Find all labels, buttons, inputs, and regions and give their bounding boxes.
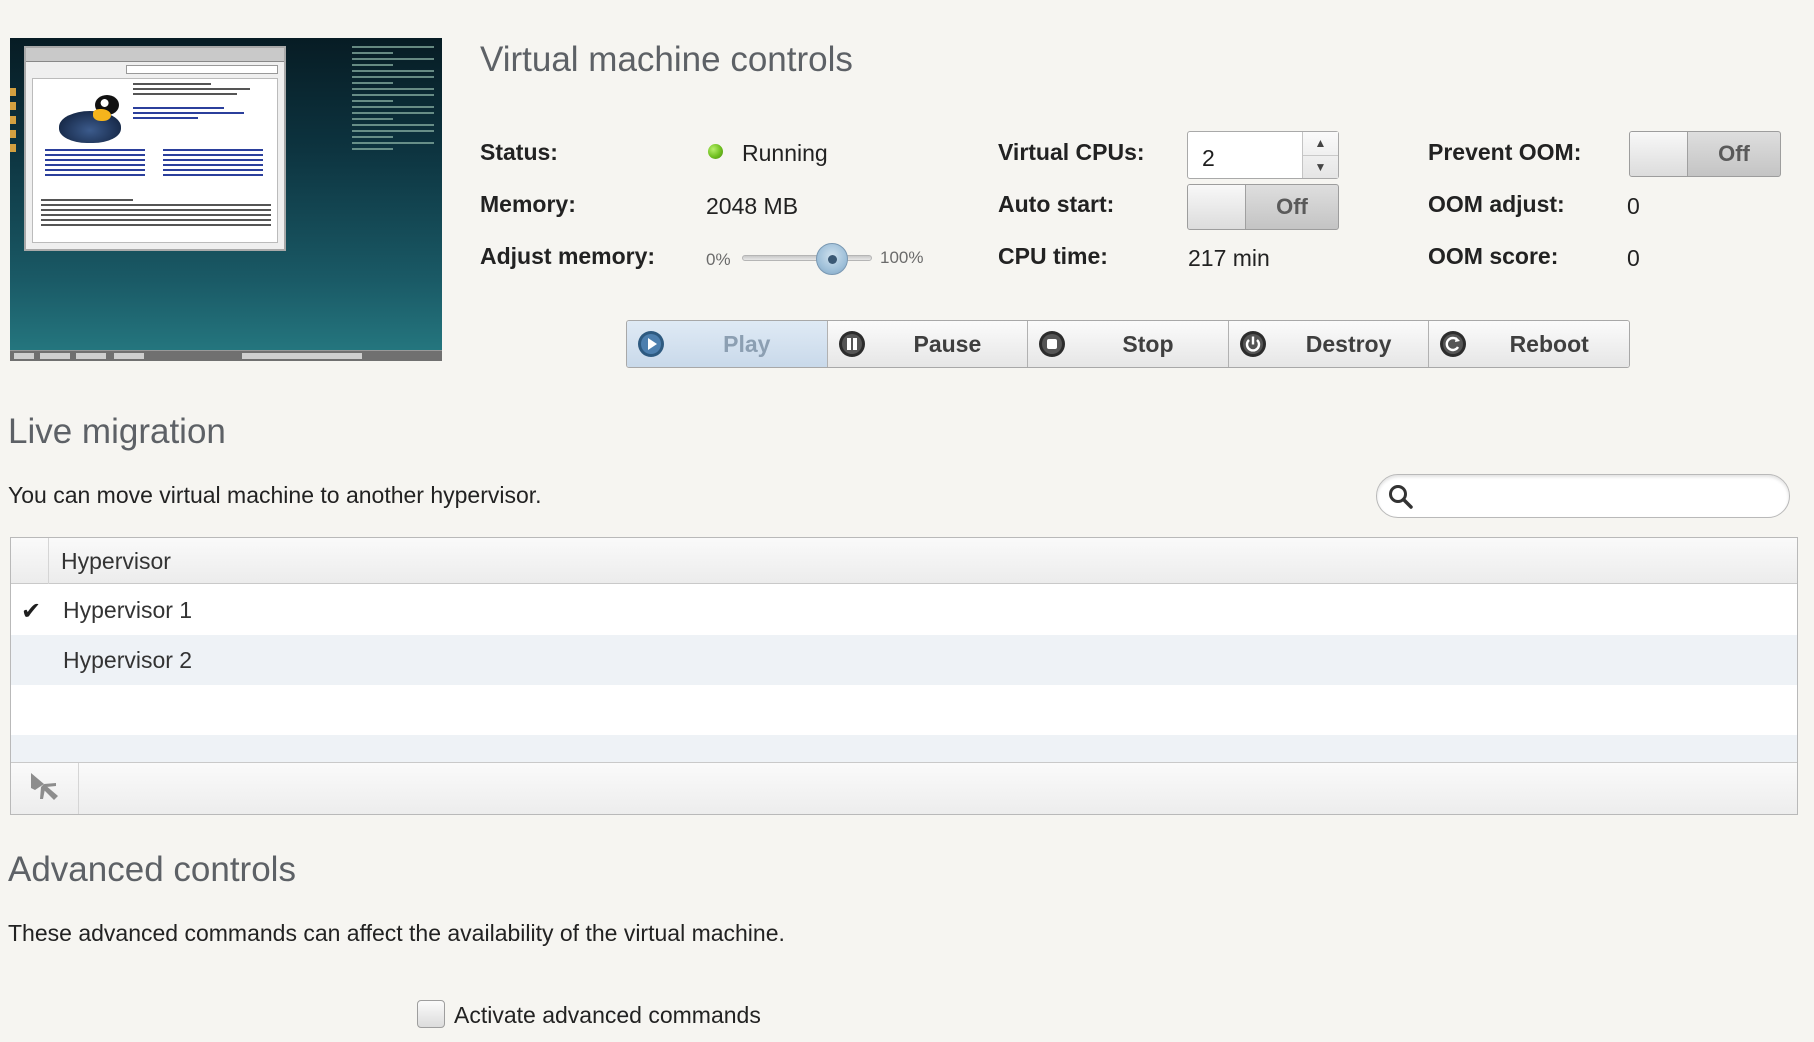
slider-max-label: 100% [880, 248, 924, 267]
pause-button[interactable]: Pause [826, 321, 1028, 367]
play-icon [637, 330, 665, 358]
page-title: Virtual machine controls [480, 40, 853, 79]
power-icon [1239, 330, 1267, 358]
table-row[interactable]: ✔ Hypervisor 1 [11, 585, 1797, 635]
cpu-time-label: CPU time: [998, 243, 1108, 269]
vm-preview-sidebar [352, 42, 434, 154]
stop-button[interactable]: Stop [1027, 321, 1228, 367]
checkmark-icon: ✔ [21, 598, 42, 625]
memory-slider-handle[interactable] [816, 243, 848, 275]
spinner-down-icon[interactable]: ▼ [1303, 154, 1338, 179]
prevent-oom-label: Prevent OOM: [1428, 139, 1582, 165]
migrate-button[interactable] [11, 763, 79, 814]
vm-screen-preview[interactable] [10, 38, 442, 361]
cpu-time-value: 217 min [1188, 245, 1270, 271]
migrate-plane-icon [28, 769, 62, 808]
prevent-oom-toggle[interactable]: Off [1629, 131, 1781, 177]
hypervisor-search-input[interactable] [1376, 474, 1790, 518]
table-row-empty [11, 735, 1797, 762]
toggle-knob [1188, 185, 1246, 229]
table-header: Hypervisor [11, 538, 1797, 584]
oom-score-label: OOM score: [1428, 243, 1559, 269]
vcpus-value[interactable]: 2 [1188, 132, 1302, 178]
vcpus-spinner[interactable]: 2 ▲ ▼ [1187, 131, 1339, 179]
memory-slider-track[interactable] [742, 255, 872, 261]
oom-adjust-value: 0 [1627, 193, 1640, 219]
stop-icon [1038, 330, 1066, 358]
toggle-knob [1630, 132, 1688, 176]
table-row-empty [11, 685, 1797, 735]
status-running-icon [708, 144, 723, 159]
auto-start-toggle[interactable]: Off [1187, 184, 1339, 230]
vm-action-bar: Play Pause Stop Destroy Reboot [626, 320, 1630, 368]
reboot-button[interactable]: Reboot [1428, 321, 1629, 367]
spinner-up-icon[interactable]: ▲ [1303, 132, 1338, 155]
select-column-header [11, 538, 49, 584]
play-label: Play [723, 330, 771, 357]
search-icon [1387, 483, 1415, 516]
live-migration-title: Live migration [8, 412, 226, 451]
auto-start-toggle-text: Off [1276, 194, 1308, 219]
oom-adjust-label: OOM adjust: [1428, 191, 1565, 217]
adjust-memory-label: Adjust memory: [480, 243, 656, 269]
activate-advanced-label[interactable]: Activate advanced commands [454, 1002, 761, 1029]
slider-min-label: 0% [706, 250, 731, 269]
reboot-label: Reboot [1509, 330, 1589, 357]
table-row[interactable]: Hypervisor 2 [11, 635, 1797, 685]
reboot-icon [1439, 330, 1467, 358]
activate-advanced-checkbox[interactable] [417, 1000, 445, 1028]
hypervisor-column-header[interactable]: Hypervisor [61, 548, 171, 575]
vm-preview-taskbar [10, 350, 442, 361]
status-label: Status: [480, 139, 558, 165]
destroy-label: Destroy [1305, 330, 1392, 357]
vm-preview-window [24, 46, 286, 251]
memory-value: 2048 MB [706, 193, 799, 219]
prevent-oom-toggle-text: Off [1718, 141, 1750, 166]
memory-label: Memory: [480, 191, 576, 217]
advanced-controls-description: These advanced commands can affect the a… [8, 920, 785, 946]
advanced-controls-title: Advanced controls [8, 850, 296, 889]
table-footer [11, 762, 1797, 814]
destroy-button[interactable]: Destroy [1227, 321, 1429, 367]
hypervisor-name: Hypervisor 2 [63, 647, 193, 673]
oom-score-value: 0 [1627, 245, 1640, 271]
vm-preview-dock [10, 88, 18, 158]
pause-label: Pause [913, 330, 982, 357]
hypervisor-table: Hypervisor ✔ Hypervisor 1 Hypervisor 2 [10, 537, 1798, 815]
stop-label: Stop [1122, 330, 1174, 357]
play-button[interactable]: Play [627, 321, 827, 367]
hypervisor-name: Hypervisor 1 [63, 597, 193, 623]
auto-start-label: Auto start: [998, 191, 1115, 217]
pause-icon [838, 330, 866, 358]
status-value: Running [742, 140, 828, 166]
live-migration-description: You can move virtual machine to another … [8, 482, 542, 508]
vcpus-label: Virtual CPUs: [998, 139, 1145, 165]
